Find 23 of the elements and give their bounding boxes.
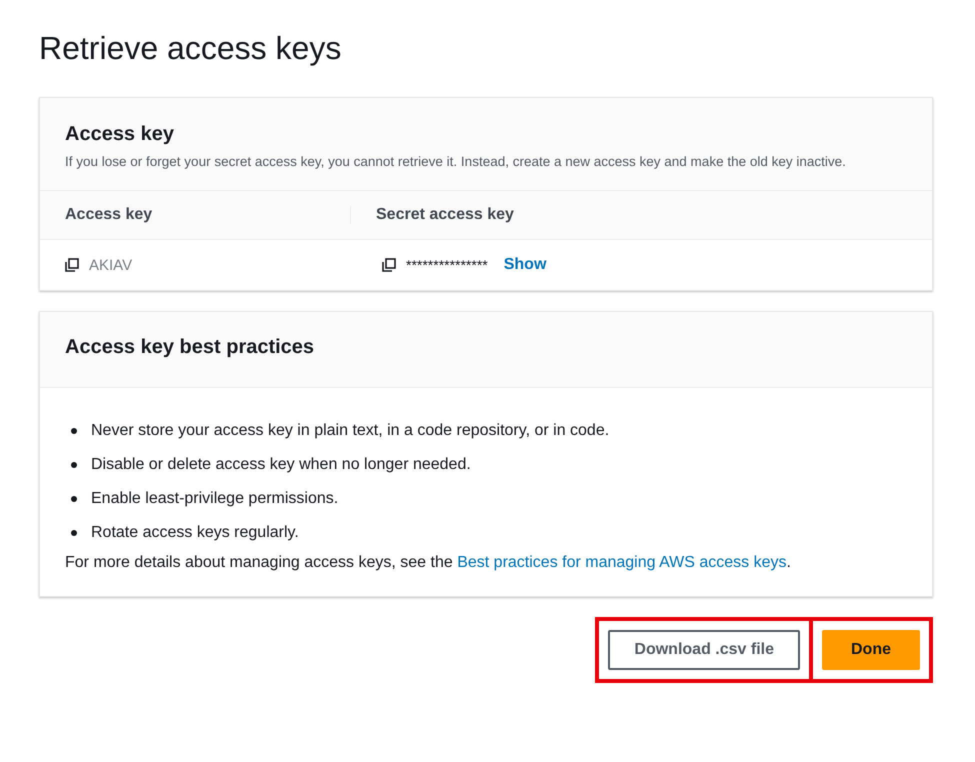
card-heading: Access key best practices [65,336,316,359]
column-header: Access key [64,206,154,224]
column-header: Secret access key [350,206,514,224]
bullet-icon [71,428,77,434]
copy-icon[interactable] [65,258,79,272]
page-title: Retrieve access keys [39,30,342,67]
access-key-value: AKIAV [89,256,132,274]
list-item: Disable or delete access key when no longer needed. [91,455,471,475]
download-button[interactable]: Download .csv file [608,630,800,670]
bullet-icon [71,496,77,502]
best-practices-link[interactable]: Best practices for managing AWS access keys [457,554,787,571]
done-button[interactable]: Done [822,630,920,670]
card-description: If you lose or forget your secret access key, you cannot retrieve it. Instead, create a new access key and make the old key inactive. [65,153,847,171]
list-item: Rotate access keys regularly. [91,523,299,543]
copy-icon[interactable] [382,258,396,272]
secret-key-value: *************** [406,257,488,273]
bullet-icon [71,530,77,536]
bullet-icon [71,462,77,468]
card-heading: Access key [65,123,175,146]
list-item: Enable least-privilege permissions. [91,489,338,509]
show-link[interactable]: Show [504,256,546,274]
details-text: For more details about managing access keys, see the Best practices for managing AWS access keys. [65,554,792,572]
list-item: Never store your access key in plain text, in a code repository, or in code. [91,421,610,441]
